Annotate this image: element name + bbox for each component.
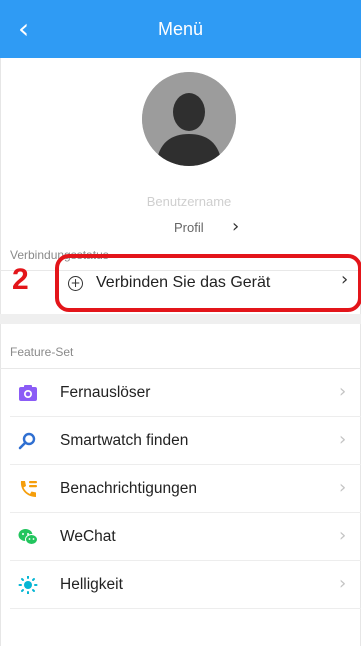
avatar[interactable] (142, 72, 236, 166)
feature-section-label: Feature-Set (10, 345, 74, 359)
feature-item-label: Helligkeit (60, 576, 123, 593)
phone-notification-icon (20, 481, 37, 497)
feature-item-wechat[interactable]: WeChat › (0, 513, 361, 561)
feature-item-label: WeChat (60, 528, 116, 545)
divider (10, 608, 361, 609)
chevron-right-icon[interactable]: › (232, 216, 239, 237)
feature-item-label: Fernauslöser (60, 384, 151, 401)
brightness-icon (18, 576, 38, 594)
connect-device-button[interactable]: Verbinden Sie das Gerät (96, 274, 270, 292)
feature-item-label: Benachrichtigungen (60, 480, 198, 497)
menu-screen: ‹ Menü Benutzername Profil › Verbindungs… (0, 0, 361, 646)
header-bar: ‹ Menü (0, 0, 361, 58)
section-divider (0, 314, 361, 324)
chevron-right-icon: › (339, 573, 347, 594)
step-number: 2 (12, 263, 29, 296)
chevron-right-icon: › (339, 477, 347, 498)
page-title: Menü (157, 19, 204, 39)
camera-icon (19, 385, 37, 401)
chevron-right-icon: › (339, 429, 347, 450)
profile-link[interactable]: Profil (174, 220, 204, 235)
feature-item-remote-shutter[interactable]: Fernauslöser › (0, 369, 361, 417)
person-silhouette-icon (142, 72, 236, 166)
feature-item-notifications[interactable]: Benachrichtigungen › (0, 465, 361, 513)
chevron-right-icon: › (339, 381, 347, 402)
chevron-right-icon[interactable]: › (341, 269, 348, 290)
search-icon (18, 432, 36, 450)
feature-item-brightness[interactable]: Helligkeit › (0, 561, 361, 609)
username-text[interactable]: Benutzername (0, 194, 361, 209)
wechat-icon (18, 529, 38, 545)
chevron-right-icon: › (339, 525, 347, 546)
feature-item-find-watch[interactable]: Smartwatch finden › (0, 417, 361, 465)
add-circle-icon: + (68, 276, 83, 291)
feature-item-label: Smartwatch finden (60, 432, 189, 449)
